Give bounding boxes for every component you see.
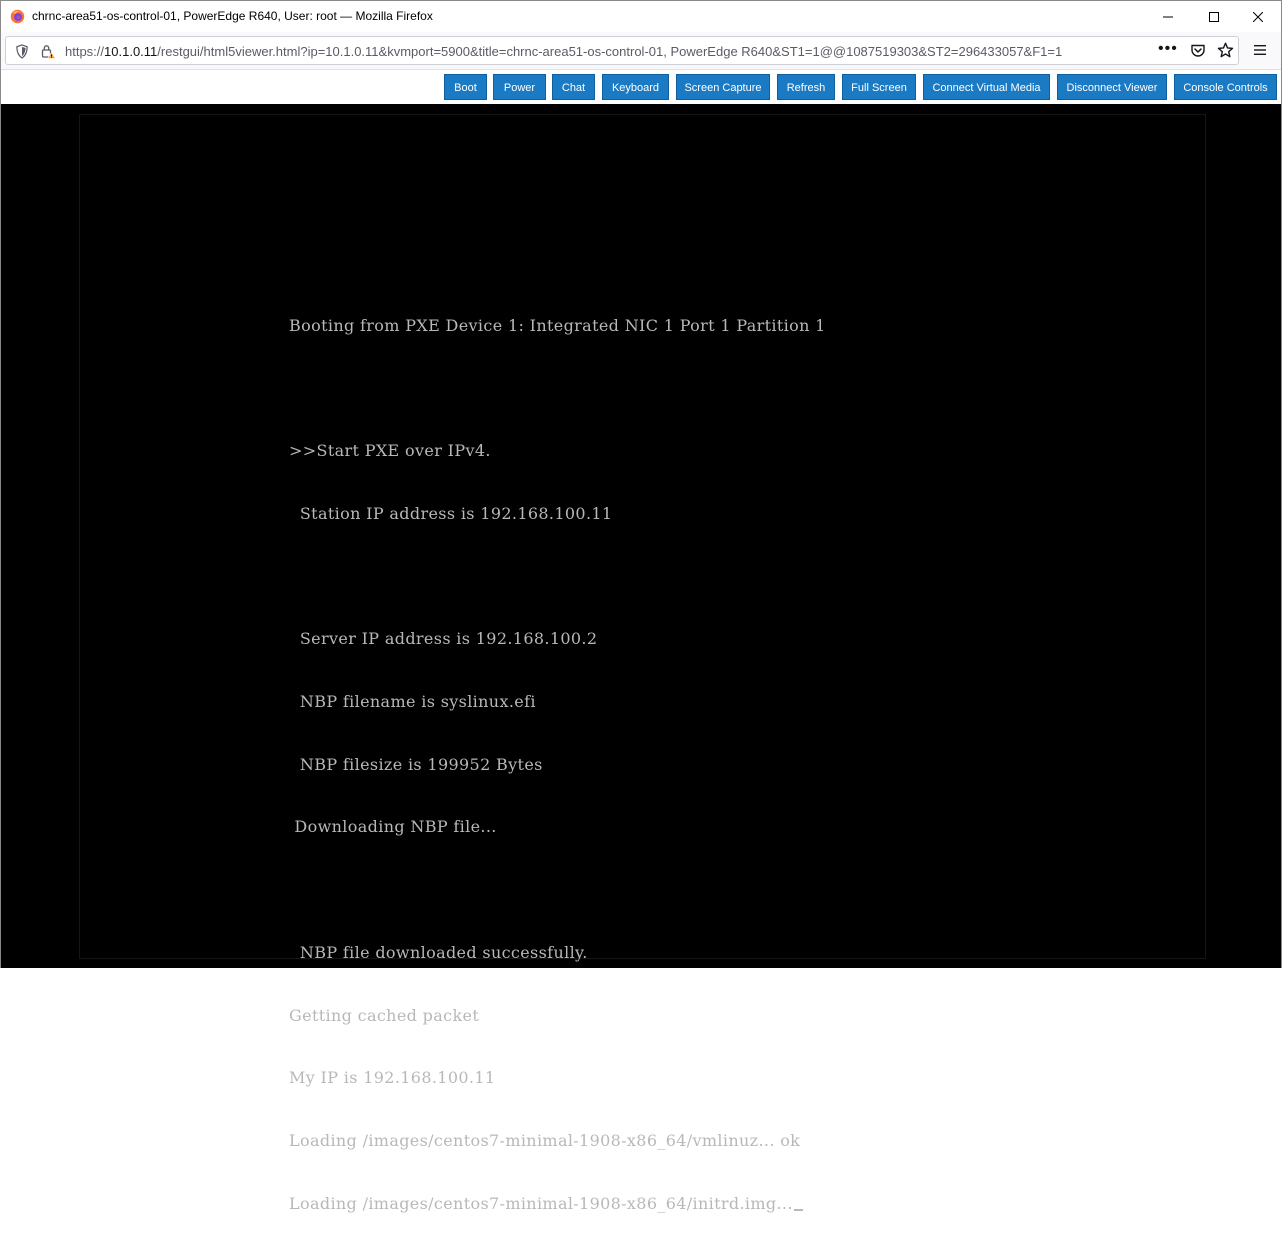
- url-host: 10.1.0.11: [104, 44, 158, 59]
- console-line: Booting from PXE Device 1: Integrated NI…: [289, 315, 826, 335]
- console-last-line: Loading /images/centos7-minimal-1908-x86…: [289, 1194, 826, 1215]
- browser-window: chrnc-area51-os-control-01, PowerEdge R6…: [0, 0, 1282, 1213]
- shield-icon[interactable]: [15, 44, 29, 59]
- url-path: /restgui/html5viewer.html?ip=10.1.0.11&k…: [157, 44, 1063, 59]
- close-icon: [1253, 11, 1263, 22]
- console-controls-button[interactable]: Console Controls: [1174, 74, 1277, 100]
- window-title: chrnc-area51-os-control-01, PowerEdge R6…: [32, 9, 433, 23]
- console-line: Downloading NBP file...: [289, 817, 497, 837]
- console-line: >>Start PXE over IPv4.: [289, 441, 491, 461]
- kvm-console[interactable]: Booting from PXE Device 1: Integrated NI…: [1, 104, 1281, 1213]
- url-prefix: https://: [65, 44, 105, 59]
- chat-button[interactable]: Chat: [552, 74, 595, 100]
- console-screen[interactable]: Booting from PXE Device 1: Integrated NI…: [79, 114, 1206, 1213]
- power-button[interactable]: Power: [493, 74, 546, 100]
- console-line: NBP file downloaded successfully.: [289, 942, 588, 962]
- title-bar: chrnc-area51-os-control-01, PowerEdge R6…: [1, 1, 1281, 32]
- refresh-button[interactable]: Refresh: [777, 74, 835, 100]
- url-text[interactable]: https://10.1.0.11/restgui/html5viewer.ht…: [65, 44, 1157, 59]
- star-icon[interactable]: [1217, 42, 1234, 59]
- console-line: Getting cached packet: [289, 1005, 480, 1025]
- text-cursor: [793, 1208, 803, 1211]
- maximize-button[interactable]: [1191, 1, 1237, 32]
- boot-button[interactable]: Boot: [444, 74, 487, 100]
- console-line: My IP is 192.168.100.11: [289, 1068, 496, 1088]
- disconnect-viewer-button[interactable]: Disconnect Viewer: [1057, 74, 1167, 100]
- console-line: NBP filesize is 199952 Bytes: [289, 754, 543, 774]
- pocket-icon[interactable]: [1190, 43, 1206, 59]
- keyboard-button[interactable]: Keyboard: [602, 74, 669, 100]
- screen-capture-button[interactable]: Screen Capture: [676, 74, 770, 100]
- console-line: Station IP address is 192.168.100.11: [289, 503, 613, 523]
- url-bar[interactable]: https://10.1.0.11/restgui/html5viewer.ht…: [5, 36, 1239, 65]
- minimize-button[interactable]: [1145, 1, 1191, 32]
- page-actions-more-icon[interactable]: •••: [1158, 41, 1180, 60]
- full-screen-button[interactable]: Full Screen: [842, 74, 916, 100]
- minimize-icon: [1163, 16, 1173, 17]
- console-line: Server IP address is 192.168.100.2: [289, 629, 598, 649]
- console-line: Loading /images/centos7-minimal-1908-x86…: [289, 1130, 801, 1150]
- firefox-logo-icon: [10, 9, 25, 24]
- lock-warning-icon[interactable]: [40, 43, 56, 59]
- console-output: Booting from PXE Device 1: Integrated NI…: [289, 274, 826, 1256]
- console-line-text: Loading /images/centos7-minimal-1908-x86…: [289, 1193, 793, 1213]
- hamburger-menu-icon[interactable]: [1252, 42, 1268, 58]
- close-button[interactable]: [1235, 1, 1281, 32]
- console-line: NBP filename is syslinux.efi: [289, 692, 536, 712]
- viewer-toolbar: Boot Power Chat Keyboard Screen Capture …: [1, 70, 1281, 104]
- connect-virtual-media-button[interactable]: Connect Virtual Media: [923, 74, 1050, 100]
- navigation-bar: https://10.1.0.11/restgui/html5viewer.ht…: [1, 32, 1281, 70]
- maximize-icon: [1209, 11, 1219, 22]
